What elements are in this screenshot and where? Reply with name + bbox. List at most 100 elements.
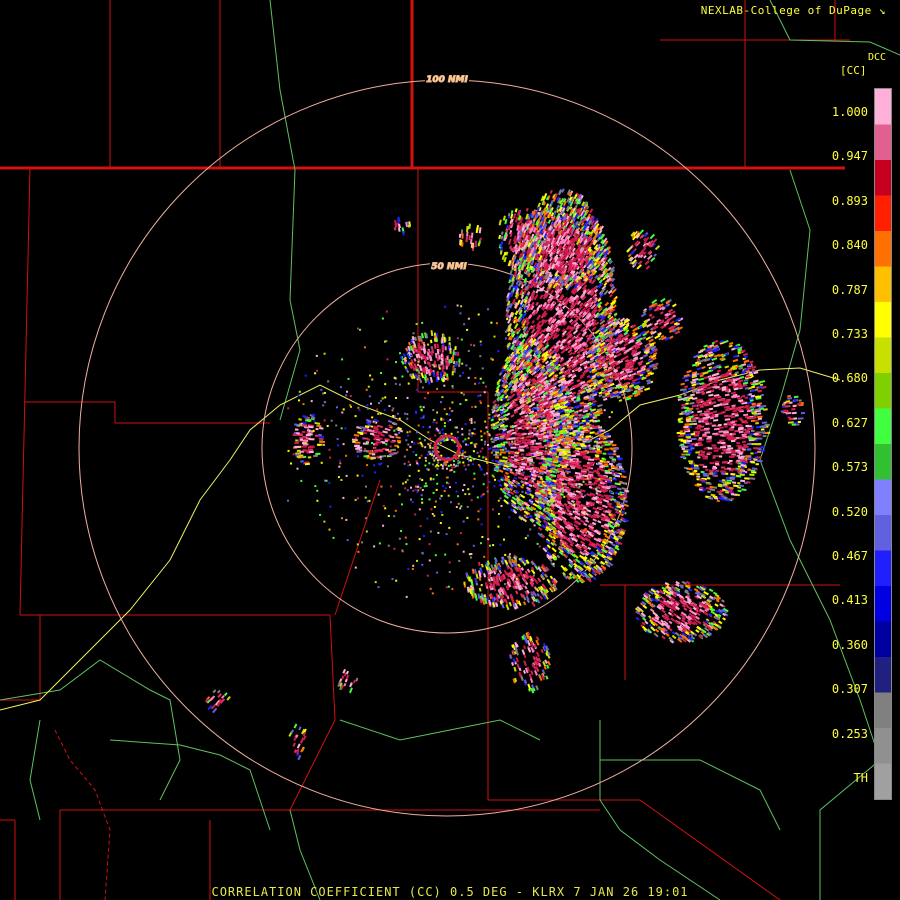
echo-pixel [599, 440, 605, 443]
echo-pixel [578, 436, 582, 439]
echo-pixel [580, 444, 586, 447]
echo-pixel [633, 367, 639, 371]
echo-pixel [504, 471, 509, 475]
ring-label-100: 100 NMI [426, 75, 468, 85]
echo-pixel [492, 399, 497, 405]
echo-pixel [597, 493, 602, 497]
echo-pixel [576, 447, 582, 450]
echo-pixel [502, 456, 508, 460]
echo-pixel [565, 446, 569, 449]
echo-pixel [509, 428, 515, 433]
echo-pixel [617, 359, 624, 364]
echo-pixel [528, 514, 533, 519]
echo-pixel [609, 293, 613, 298]
echo-pixel [623, 355, 629, 360]
echo-pixel [498, 483, 503, 488]
echo-pixel [621, 487, 628, 491]
echo-pixel [648, 338, 654, 343]
ring-label-50: 50 NMI [431, 262, 467, 272]
echo-pixel [571, 454, 576, 458]
echo-pixel [596, 445, 600, 448]
echo-pixel [555, 455, 559, 458]
echo-pixel [593, 537, 599, 542]
echo-pixel [597, 483, 603, 487]
echo-pixel [495, 451, 500, 454]
echo-pixel [513, 476, 518, 480]
radar-echoes [204, 188, 806, 761]
echo-pixel [582, 440, 587, 443]
echo-pixel [587, 514, 594, 519]
echo-pixel [509, 269, 513, 275]
radar-map[interactable]: 100 NMI 50 NMI [0, 0, 900, 900]
echo-pixel [527, 431, 534, 435]
echo-pixel [592, 576, 597, 581]
echo-pixel [587, 546, 592, 551]
echo-pixel [604, 448, 609, 451]
echo-pixel [520, 424, 525, 428]
echo-pixel [525, 446, 530, 449]
echo-pixel [642, 353, 649, 358]
echo-pixel [612, 453, 617, 456]
echo-pixel [573, 450, 578, 453]
echo-pixel [539, 477, 544, 481]
echo-pixel [593, 440, 598, 443]
echo-pixel [572, 444, 578, 447]
echo-pixel [560, 435, 565, 439]
echo-pixel [527, 442, 533, 445]
echo-pixel [500, 451, 506, 454]
echo-pixel [598, 391, 603, 395]
echo-pixel [603, 463, 609, 467]
echo-pixel [540, 446, 545, 449]
echo-pixel [680, 382, 685, 386]
echo-pixel [602, 458, 607, 461]
echo-pixel [535, 288, 540, 294]
echo-pixel [584, 519, 590, 523]
echo-pixel [719, 439, 725, 442]
echo-pixel [575, 442, 580, 445]
echo-pixel [603, 397, 608, 401]
echo-pixel [713, 427, 720, 431]
echo-pixel [525, 436, 529, 439]
echo-pixel [611, 458, 617, 461]
echo-pixel [514, 310, 519, 316]
echo-pixel [609, 440, 614, 443]
echo-pixel [582, 474, 589, 478]
echo-pixel [530, 449, 537, 452]
echo-pixel [696, 367, 702, 371]
echo-pixel [619, 513, 624, 517]
echo-pixel [563, 452, 568, 455]
echo-pixel [567, 451, 571, 454]
echo-pixel [490, 418, 495, 422]
echo-pixel [535, 301, 539, 306]
echo-pixel [577, 482, 583, 486]
echo-pixel [603, 529, 609, 534]
echo-pixel [562, 482, 568, 486]
echo-pixel [644, 387, 651, 391]
echo-pixel [595, 455, 600, 458]
echo-pixel [639, 356, 644, 360]
echo-pixel [607, 452, 614, 455]
echo-pixel [572, 433, 577, 436]
echo-pixel [589, 450, 596, 453]
echo-pixel [616, 487, 622, 491]
echo-pixel [521, 438, 528, 442]
echo-pixel [558, 457, 563, 460]
echo-pixel [573, 523, 579, 528]
echo-pixel [535, 456, 541, 460]
echo-pixel [616, 455, 620, 458]
echo-pixel [514, 429, 519, 433]
echo-pixel [528, 429, 533, 433]
echo-pixel [547, 441, 551, 444]
echo-pixel [510, 452, 515, 455]
echo-pixel [579, 362, 584, 367]
echo-pixel [631, 324, 637, 329]
echo-pixel [601, 504, 608, 509]
echo-pixel [619, 317, 626, 323]
echo-pixel [549, 289, 555, 295]
echo-pixel [641, 336, 647, 340]
echo-pixel [526, 438, 531, 442]
echo-pixel [591, 326, 597, 332]
echo-pixel [538, 449, 544, 453]
echo-pixel [598, 394, 603, 398]
echo-pixel [617, 462, 622, 466]
